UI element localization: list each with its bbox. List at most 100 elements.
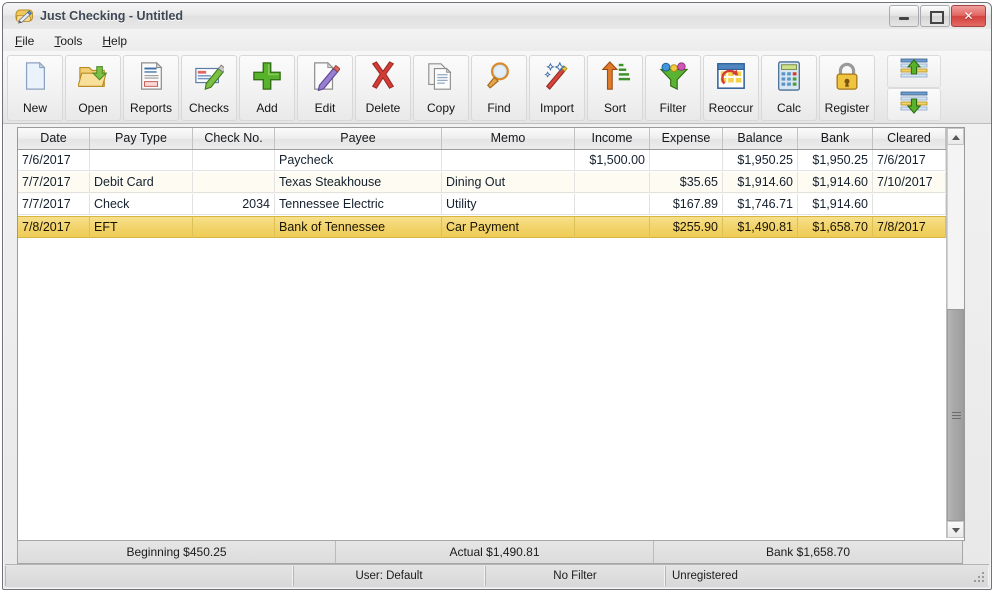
column-header-income[interactable]: Income xyxy=(575,128,650,149)
toolbar-label-calc: Calc xyxy=(776,101,801,115)
cell-expense[interactable]: $35.65 xyxy=(650,172,723,193)
scrollbar-track-upper[interactable] xyxy=(947,145,964,309)
toolbar-button-new[interactable]: New xyxy=(7,55,63,121)
toolbar-label-filter: Filter xyxy=(659,101,687,115)
toolbar-button-sort[interactable]: Sort xyxy=(587,55,643,121)
table-row[interactable]: 7/7/2017 Debit Card Texas Steakhouse Dining… xyxy=(18,172,946,194)
status-actual: Actual $1,490.81 xyxy=(336,541,654,563)
menu-file[interactable]: File xyxy=(7,31,42,52)
cell-memo[interactable]: Car Payment xyxy=(442,217,575,238)
toolbar-button-copy[interactable]: Copy xyxy=(413,55,469,121)
toolbar-label-sort: Sort xyxy=(603,101,626,115)
column-header-date[interactable]: Date xyxy=(18,128,90,149)
menu-tools[interactable]: Tools xyxy=(46,31,90,52)
cell-income[interactable] xyxy=(575,172,650,193)
cell-bank[interactable]: $1,950.25 xyxy=(798,150,873,171)
cell-check-no[interactable] xyxy=(193,217,275,238)
cell-balance[interactable]: $1,490.81 xyxy=(723,217,798,238)
cell-expense[interactable]: $167.89 xyxy=(650,194,723,215)
toolbar-button-scroll-bottom[interactable] xyxy=(887,88,941,121)
cell-check-no[interactable]: 2034 xyxy=(193,194,275,215)
table-row[interactable]: 7/6/2017 Paycheck $1,500.00 $1,950.25 $1,950… xyxy=(18,150,946,172)
cell-date[interactable]: 7/8/2017 xyxy=(18,217,90,238)
menu-file-label: ile xyxy=(22,34,35,48)
table-row[interactable]: 7/7/2017 Check 2034 Tennessee Electric Utili… xyxy=(18,194,946,216)
toolbar-button-open[interactable]: Open xyxy=(65,55,121,121)
toolbar-button-filter[interactable]: Filter xyxy=(645,55,701,121)
column-header-expense[interactable]: Expense xyxy=(650,128,723,149)
cell-balance[interactable]: $1,914.60 xyxy=(723,172,798,193)
toolbar-button-add[interactable]: Add xyxy=(239,55,295,121)
cell-memo[interactable]: Utility xyxy=(442,194,575,215)
cell-date[interactable]: 7/7/2017 xyxy=(18,172,90,193)
column-header-memo[interactable]: Memo xyxy=(442,128,575,149)
cell-date[interactable]: 7/6/2017 xyxy=(18,150,90,171)
column-header-check-no[interactable]: Check No. xyxy=(193,128,275,149)
cell-cleared[interactable]: 7/10/2017 xyxy=(873,172,946,193)
scroll-down-arrow-icon[interactable] xyxy=(947,521,964,538)
toolbar-button-reoccur[interactable]: Reoccur xyxy=(703,55,759,121)
toolbar-label-new: New xyxy=(22,101,47,115)
cell-income[interactable] xyxy=(575,194,650,215)
cell-bank[interactable]: $1,914.60 xyxy=(798,194,873,215)
cell-check-no[interactable] xyxy=(193,150,275,171)
cell-bank[interactable]: $1,914.60 xyxy=(798,172,873,193)
cell-pay-type[interactable]: Debit Card xyxy=(90,172,193,193)
cell-cleared[interactable] xyxy=(873,194,946,215)
toolbar-label-register: Register xyxy=(824,101,870,115)
column-header-cleared[interactable]: Cleared xyxy=(873,128,946,149)
toolbar-button-import[interactable]: Import xyxy=(529,55,585,121)
calendar-recurring-icon xyxy=(704,61,758,95)
cell-memo[interactable]: Dining Out xyxy=(442,172,575,193)
cell-cleared[interactable]: 7/6/2017 xyxy=(873,150,946,171)
column-header-payee[interactable]: Payee xyxy=(275,128,442,149)
column-header-balance[interactable]: Balance xyxy=(723,128,798,149)
toolbar-button-reports[interactable]: Reports xyxy=(123,55,179,121)
cell-pay-type[interactable]: Check xyxy=(90,194,193,215)
toolbar-label-open: Open xyxy=(78,101,108,115)
vertical-scrollbar[interactable] xyxy=(946,128,964,538)
cell-income[interactable] xyxy=(575,217,650,238)
magic-wand-icon xyxy=(530,61,584,95)
cell-income[interactable]: $1,500.00 xyxy=(575,150,650,171)
column-header-pay-type[interactable]: Pay Type xyxy=(90,128,193,149)
cell-check-no[interactable] xyxy=(193,172,275,193)
toolbar-button-scroll-top[interactable] xyxy=(887,55,941,88)
cell-expense[interactable] xyxy=(650,150,723,171)
cell-balance[interactable]: $1,746.71 xyxy=(723,194,798,215)
toolbar-button-find[interactable]: Find xyxy=(471,55,527,121)
cell-payee[interactable]: Texas Steakhouse xyxy=(275,172,442,193)
new-document-icon xyxy=(8,61,62,95)
table-row[interactable]: 7/8/2017 EFT Bank of Tennessee Car Payment $… xyxy=(18,216,946,238)
cell-payee[interactable]: Tennessee Electric xyxy=(275,194,442,215)
sort-ascending-icon xyxy=(588,61,642,95)
toolbar-button-delete[interactable]: Delete xyxy=(355,55,411,121)
scrollbar-thumb[interactable] xyxy=(947,309,964,521)
cell-pay-type[interactable] xyxy=(90,150,193,171)
cell-expense[interactable]: $255.90 xyxy=(650,217,723,238)
copy-pages-icon xyxy=(414,61,468,95)
menu-help[interactable]: Help xyxy=(94,31,135,52)
toolbar-button-edit[interactable]: Edit xyxy=(297,55,353,121)
application-status-bar: User: Default No Filter Unregistered xyxy=(5,564,989,587)
maximize-button[interactable] xyxy=(920,5,950,27)
column-header-bank[interactable]: Bank xyxy=(798,128,873,149)
minimize-button[interactable] xyxy=(889,5,919,27)
grid-header-row: Date Pay Type Check No. Payee Memo Income Expe… xyxy=(18,128,946,150)
close-button[interactable]: ✕ xyxy=(951,5,986,27)
cell-memo[interactable] xyxy=(442,150,575,171)
cell-bank[interactable]: $1,658.70 xyxy=(798,217,873,238)
resize-grip-icon[interactable] xyxy=(974,572,986,584)
scroll-up-arrow-icon[interactable] xyxy=(947,128,964,145)
grid-rows: 7/6/2017 Paycheck $1,500.00 $1,950.25 $1,950… xyxy=(18,150,946,540)
cell-date[interactable]: 7/7/2017 xyxy=(18,194,90,215)
cell-payee[interactable]: Paycheck xyxy=(275,150,442,171)
cell-balance[interactable]: $1,950.25 xyxy=(723,150,798,171)
plus-icon xyxy=(240,61,294,95)
toolbar-button-register[interactable]: Register xyxy=(819,55,875,121)
cell-cleared[interactable]: 7/8/2017 xyxy=(873,217,946,238)
toolbar-button-checks[interactable]: Checks xyxy=(181,55,237,121)
toolbar-button-calc[interactable]: Calc xyxy=(761,55,817,121)
cell-payee[interactable]: Bank of Tennessee xyxy=(275,217,442,238)
cell-pay-type[interactable]: EFT xyxy=(90,217,193,238)
